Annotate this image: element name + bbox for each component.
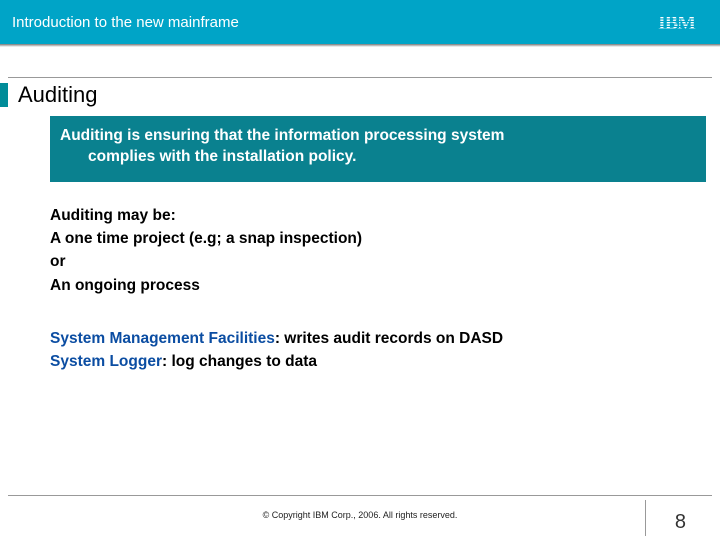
header-shadow	[0, 44, 720, 47]
header-title: Introduction to the new mainframe	[12, 14, 239, 31]
smf-desc: : writes audit records on DASD	[275, 330, 503, 347]
smf-line: System Management Facilities: writes aud…	[50, 327, 706, 350]
ibm-logo: IBM	[658, 12, 706, 32]
definition-line1: Auditing is ensuring that the informatio…	[60, 127, 504, 144]
page-number: 8	[675, 511, 686, 534]
auditing-may-be-block: Auditing may be: A one time project (e.g…	[50, 204, 706, 297]
definition-box: Auditing is ensuring that the informatio…	[50, 116, 706, 182]
footer-separator	[8, 495, 712, 496]
maybe-line1: A one time project (e.g; a snap inspecti…	[50, 227, 706, 250]
page-title: Auditing	[18, 82, 98, 108]
svg-text:IBM: IBM	[658, 12, 696, 32]
title-row: Auditing	[0, 82, 720, 108]
title-accent-bar	[0, 83, 8, 107]
logger-desc: : log changes to data	[162, 353, 317, 370]
logger-line: System Logger: log changes to data	[50, 350, 706, 373]
definition-line2: complies with the installation policy.	[60, 147, 690, 168]
separator-line	[8, 77, 712, 78]
slide-header: Introduction to the new mainframe IBM	[0, 0, 720, 44]
page-number-separator	[645, 500, 646, 536]
maybe-intro: Auditing may be:	[50, 204, 706, 227]
maybe-or: or	[50, 250, 706, 273]
maybe-line2: An ongoing process	[50, 274, 706, 297]
smf-label: System Management Facilities	[50, 330, 275, 347]
copyright-text: © Copyright IBM Corp., 2006. All rights …	[0, 510, 720, 520]
logger-label: System Logger	[50, 353, 162, 370]
facilities-block: System Management Facilities: writes aud…	[50, 327, 706, 374]
